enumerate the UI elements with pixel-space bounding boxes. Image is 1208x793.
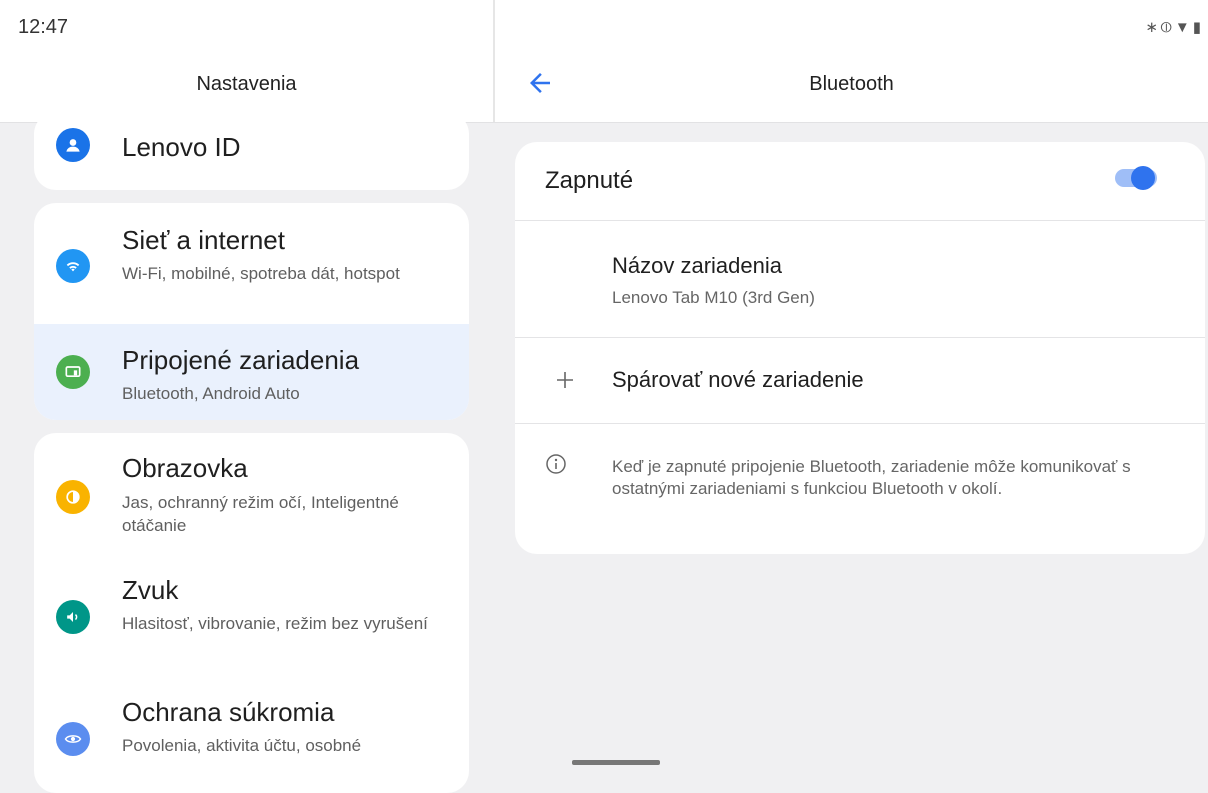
sound-icon <box>56 600 90 634</box>
settings-item-subtitle: Povolenia, aktivita účtu, osobné <box>122 736 362 755</box>
wifi-icon <box>56 249 90 283</box>
card-connectivity: Sieť a internet Wi-Fi, mobilné, spotreba… <box>34 203 469 420</box>
detail-title: Bluetooth <box>809 73 894 95</box>
info-icon <box>546 454 566 474</box>
bluetooth-icon: ∗ <box>1145 19 1161 36</box>
settings-item-title: Obrazovka <box>122 453 248 483</box>
connected-devices-icon <box>56 355 90 389</box>
settings-item-title: Lenovo ID <box>122 132 241 162</box>
bluetooth-toggle-row[interactable]: Zapnuté <box>515 142 1205 220</box>
status-time: 12:47 <box>18 16 69 38</box>
settings-item-privacy[interactable]: Ochrana súkromia Povolenia, aktivita účt… <box>34 675 469 793</box>
display-icon <box>56 480 90 514</box>
settings-item-title: Ochrana súkromia <box>122 697 335 727</box>
toggle-label: Zapnuté <box>545 167 634 194</box>
plus-icon <box>557 372 573 388</box>
wifi-icon: ▼ <box>1174 19 1193 36</box>
settings-item-title: Sieť a internet <box>122 225 285 255</box>
settings-item-network[interactable]: Sieť a internet Wi-Fi, mobilné, spotreba… <box>34 203 469 324</box>
bluetooth-header: Bluetooth <box>495 44 1208 122</box>
card-device: Obrazovka Jas, ochranný režim očí, Intel… <box>34 433 469 793</box>
vibrate-icon: ⦶ <box>1160 19 1175 36</box>
card-account: Lenovo ID <box>34 112 469 190</box>
privacy-icon <box>56 722 90 756</box>
status-icons: ∗⦶▼▮ <box>1145 18 1204 36</box>
status-bar: 12:47 ∗⦶▼▮ <box>0 0 1208 44</box>
settings-item-title: Pripojené zariadenia <box>122 345 360 375</box>
battery-icon: ▮ <box>1192 19 1204 36</box>
settings-item-subtitle: Hlasitosť, vibrovanie, režim bez vyrušen… <box>122 614 428 633</box>
account-icon <box>56 128 90 162</box>
device-name-row[interactable]: Názov zariadenia Lenovo Tab M10 (3rd Gen… <box>515 221 1205 337</box>
device-name-title: Názov zariadenia <box>612 253 782 278</box>
navigation-handle[interactable] <box>572 760 660 765</box>
settings-header: Nastavenia <box>0 44 493 122</box>
settings-item-subtitle: Bluetooth, Android Auto <box>122 384 300 403</box>
settings-item-subtitle: Jas, ochranný režim očí, Inteligentné ot… <box>122 493 399 535</box>
pane-divider <box>493 0 495 122</box>
bluetooth-toggle-thumb[interactable] <box>1131 166 1155 190</box>
page-title: Nastavenia <box>196 73 297 95</box>
settings-item-connected-devices[interactable]: Pripojené zariadenia Bluetooth, Android … <box>34 324 469 420</box>
bluetooth-info-text: Keď je zapnuté pripojenie Bluetooth, zar… <box>612 457 1131 498</box>
bluetooth-card: Zapnuté Názov zariadenia Lenovo Tab M10 … <box>515 142 1205 554</box>
settings-item-lenovo-id[interactable]: Lenovo ID <box>34 112 469 190</box>
divider <box>515 423 1205 424</box>
settings-item-title: Zvuk <box>122 575 179 605</box>
settings-item-sound[interactable]: Zvuk Hlasitosť, vibrovanie, režim bez vy… <box>34 553 469 675</box>
pair-new-device-row[interactable]: Spárovať nové zariadenie <box>515 338 1205 423</box>
settings-item-subtitle: Wi-Fi, mobilné, spotreba dát, hotspot <box>122 264 400 283</box>
pair-new-device-label: Spárovať nové zariadenie <box>612 367 864 392</box>
device-name-value: Lenovo Tab M10 (3rd Gen) <box>612 288 815 307</box>
settings-item-display[interactable]: Obrazovka Jas, ochranný režim očí, Intel… <box>34 433 469 553</box>
